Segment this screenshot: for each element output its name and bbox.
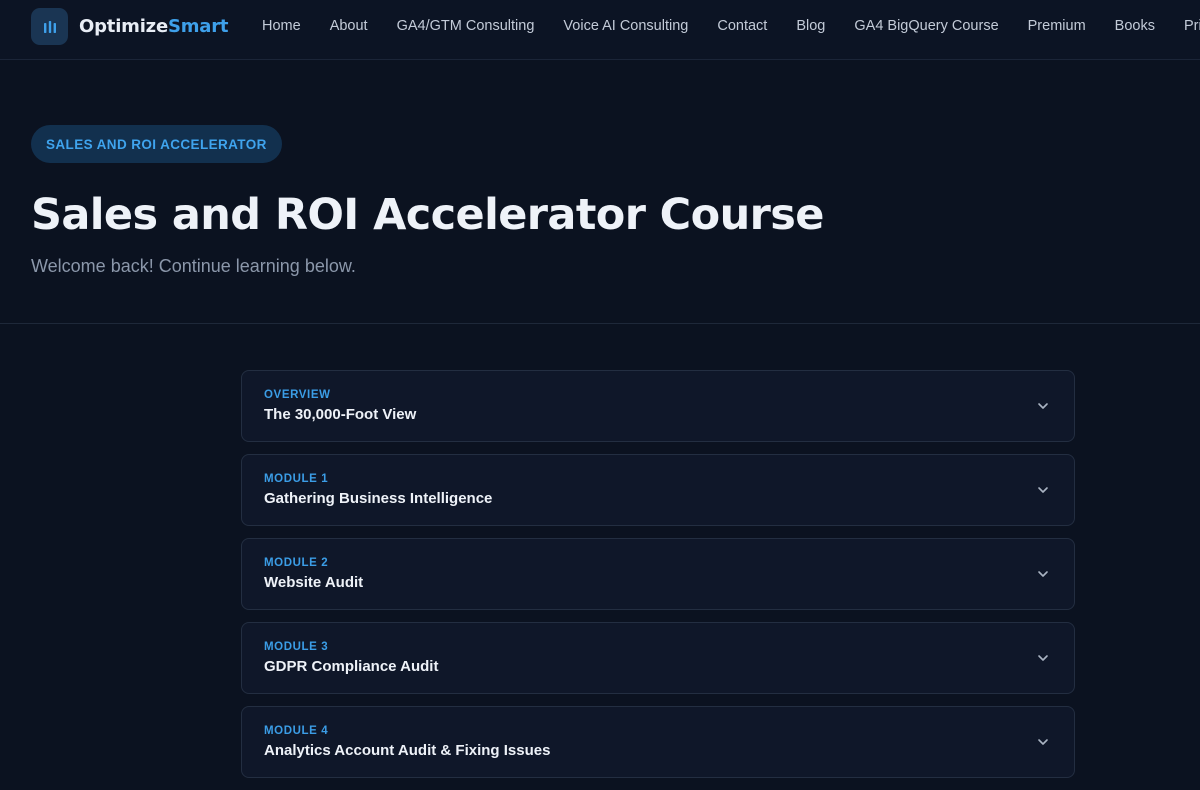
page-title: Sales and ROI Accelerator Course <box>31 190 824 240</box>
module-card-overview[interactable]: OVERVIEW The 30,000-Foot View <box>241 370 1075 442</box>
module-label: MODULE 1 <box>264 473 329 485</box>
chevron-down-icon[interactable] <box>1036 567 1050 581</box>
module-title: Gathering Business Intelligence <box>264 490 493 507</box>
module-card-4[interactable]: MODULE 4 Analytics Account Audit & Fixin… <box>241 706 1075 778</box>
module-card-3[interactable]: MODULE 3 GDPR Compliance Audit <box>241 622 1075 694</box>
module-title: The 30,000-Foot View <box>264 406 417 423</box>
chevron-down-icon[interactable] <box>1036 735 1050 749</box>
nav-item-books[interactable]: Books <box>1115 18 1155 34</box>
nav-item-contact[interactable]: Contact <box>717 18 767 34</box>
nav-item-ga4-gtm-consulting[interactable]: GA4/GTM Consulting <box>397 18 535 34</box>
logo-text: OptimizeSmart <box>79 16 229 37</box>
module-label: MODULE 4 <box>264 725 329 737</box>
site-header: OptimizeSmart Home About GA4/GTM Consult… <box>0 0 1200 60</box>
nav-item-ga4-bigquery-course[interactable]: GA4 BigQuery Course <box>854 18 998 34</box>
module-title: Website Audit <box>264 574 364 591</box>
module-label: OVERVIEW <box>264 389 331 401</box>
nav-item-blog[interactable]: Blog <box>796 18 825 34</box>
chevron-down-icon[interactable] <box>1036 651 1050 665</box>
hero-section: SALES AND ROI ACCELERATOR Sales and ROI … <box>0 60 1200 324</box>
chevron-down-icon[interactable] <box>1036 483 1050 497</box>
nav-item-about[interactable]: About <box>330 18 368 34</box>
module-title: GDPR Compliance Audit <box>264 658 439 675</box>
nav-item-home[interactable]: Home <box>262 18 301 34</box>
module-title: Analytics Account Audit & Fixing Issues <box>264 742 551 759</box>
module-list: OVERVIEW The 30,000-Foot View MODULE 1 G… <box>241 370 1075 790</box>
logo[interactable]: OptimizeSmart <box>31 8 229 45</box>
main-nav: Home About GA4/GTM Consulting Voice AI C… <box>262 0 1200 52</box>
nav-item-privacy[interactable]: Priva <box>1184 18 1200 34</box>
bar-chart-icon <box>31 8 68 45</box>
logo-text-accent: Smart <box>167 16 229 37</box>
module-label: MODULE 2 <box>264 557 329 569</box>
nav-item-voice-ai-consulting[interactable]: Voice AI Consulting <box>563 18 688 34</box>
page-subtitle: Welcome back! Continue learning below. <box>31 256 356 276</box>
nav-item-premium[interactable]: Premium <box>1028 18 1086 34</box>
module-label: MODULE 3 <box>264 641 329 653</box>
module-card-1[interactable]: MODULE 1 Gathering Business Intelligence <box>241 454 1075 526</box>
chevron-down-icon[interactable] <box>1036 399 1050 413</box>
module-card-2[interactable]: MODULE 2 Website Audit <box>241 538 1075 610</box>
logo-text-primary: Optimize <box>79 16 168 37</box>
course-badge: SALES AND ROI ACCELERATOR <box>31 125 282 163</box>
